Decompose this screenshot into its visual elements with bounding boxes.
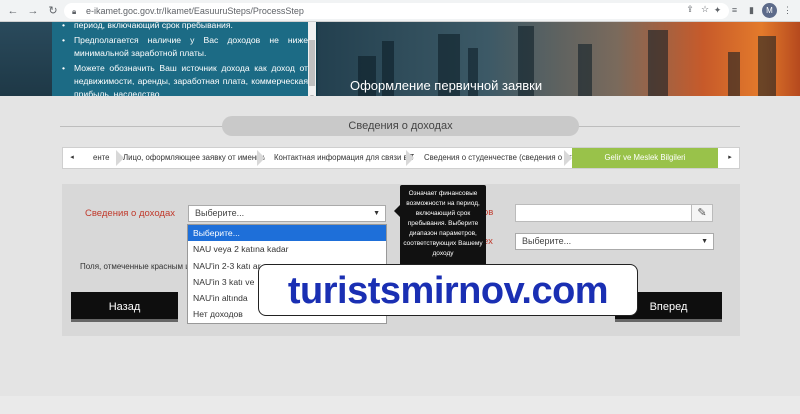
income-select[interactable]: Выберите... ▼ [188,205,386,222]
more-menu-icon[interactable]: ⋮ [781,4,794,17]
pencil-icon[interactable]: ✎ [691,204,713,222]
watermark-banner: turistsmirnov.com [258,264,638,316]
dropdown-option[interactable]: Выберите... [188,225,386,242]
banner-left-strip [0,22,52,96]
info-scrollbar[interactable]: ▼ [308,22,316,102]
footer-strip [0,396,800,414]
step-item[interactable]: Лицо, оформляющее заявку от имени и [111,148,265,168]
right-select[interactable]: Выберите... ▼ [515,233,714,250]
step-item-active[interactable]: Gelir ve Meslek Bilgileri [572,148,718,168]
step-item[interactable]: Контактная информация для связи в Ту [262,148,414,168]
income-select-value: Выберите... [195,208,245,218]
steps-next-icon[interactable]: ▸ [721,148,739,168]
text-field[interactable] [515,204,692,222]
forward-arrow-icon[interactable]: → [26,4,40,18]
profile-avatar[interactable]: M [762,3,777,18]
chevron-down-icon: ▼ [701,238,708,245]
section-title: Сведения о доходах [222,116,579,136]
lock-icon: 🔒︎ [72,6,77,16]
dropdown-option[interactable]: NAU veya 2 katına kadar [188,241,386,257]
chevron-down-icon: ▼ [373,210,380,217]
address-url: e-ikamet.goc.gov.tr/Ikamet/EasuuruSteps/… [86,6,304,16]
banner-caption: Оформление первичной заявки [350,78,543,93]
browser-toolbar: ← → ↻ 🔒︎ e-ikamet.goc.gov.tr/Ikamet/Easu… [0,0,800,22]
menu-list-icon[interactable]: ≡ [728,4,741,17]
info-item: Предполагается наличие у Вас доходов не … [62,34,308,60]
steps-bar: ◂ енте Лицо, оформляющее заявку от имени… [62,147,740,169]
back-arrow-icon[interactable]: ← [6,4,20,18]
right-select-value: Выберите... [522,236,572,246]
sidebar-icon[interactable]: ▮ [745,4,758,17]
extensions-icon[interactable]: ✦ [711,4,724,17]
back-button[interactable]: Назад [71,292,178,322]
scrollbar-thumb[interactable] [309,40,315,86]
address-bar[interactable]: 🔒︎ e-ikamet.goc.gov.tr/Ikamet/EasuuruSte… [64,3,729,19]
info-item: период, включающий срок пребывания. [62,22,308,32]
income-label: Сведения о доходах [85,208,175,219]
steps-prev-icon[interactable]: ◂ [63,148,81,168]
required-fields-note: Поля, отмеченные красным ц [80,262,190,271]
bookmark-star-icon[interactable]: ☆ [699,3,711,15]
reload-icon[interactable]: ↻ [46,4,60,18]
step-item[interactable]: Сведения о студенчестве (сведения о ст [412,148,572,168]
info-box: период, включающий срок пребывания. Пред… [52,22,317,102]
share-icon[interactable]: ⇪ [684,3,696,15]
income-tooltip: Означает финансовые возможности на перио… [394,185,486,275]
